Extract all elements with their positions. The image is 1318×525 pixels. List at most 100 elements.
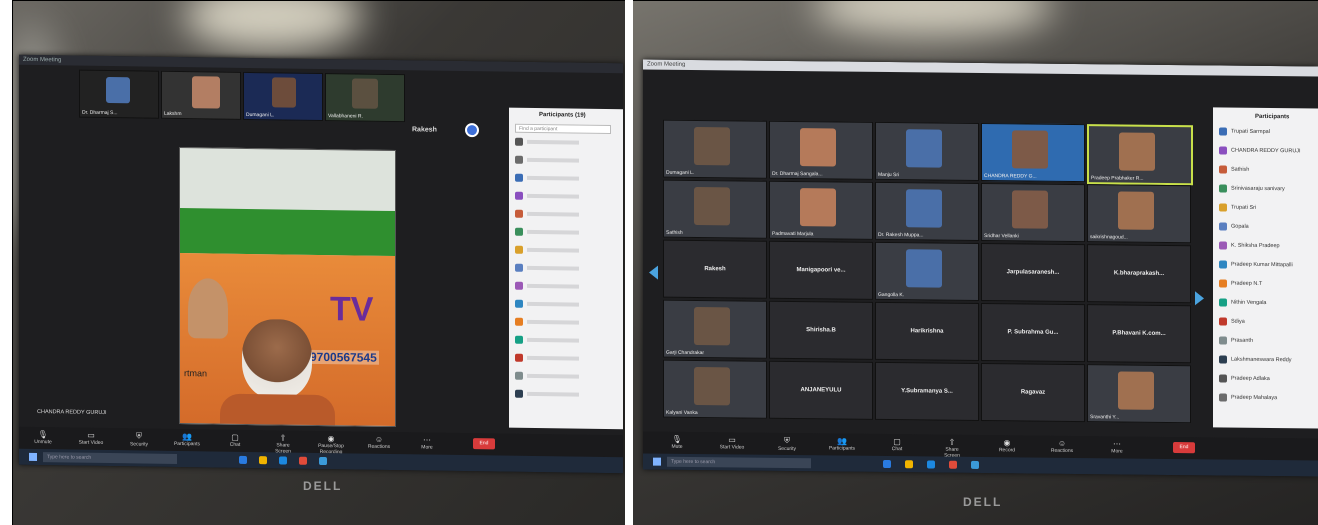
taskbar-app-icon[interactable] xyxy=(927,460,935,469)
participant-tile[interactable]: Gangolla K. xyxy=(875,241,979,301)
participant-row[interactable]: Lakshmaneswara Reddy xyxy=(1219,355,1314,365)
taskbar-app-icon[interactable] xyxy=(299,456,307,465)
taskbar-app-icon[interactable] xyxy=(279,456,287,465)
more-button[interactable]: ⋯ More xyxy=(413,435,441,450)
strip-tile[interactable]: Lakshm xyxy=(161,70,241,120)
participant-tile[interactable]: Y.Subramanya S... xyxy=(875,361,979,421)
participant-tile[interactable]: Sridhar Vellanki xyxy=(981,183,1085,243)
taskbar-app-icon[interactable] xyxy=(949,460,957,469)
participant-tile[interactable]: P. Subrahma Gu... xyxy=(981,303,1085,363)
strip-tile[interactable]: Dr. Dharmaj S... xyxy=(79,69,159,119)
participant-tile[interactable]: Padmavati Marjula xyxy=(769,180,873,240)
end-button[interactable]: End xyxy=(1173,442,1195,454)
start-video-button[interactable]: ▭ Start Video xyxy=(718,435,746,450)
participant-video xyxy=(694,366,730,406)
participant-row[interactable]: Trupati Sri xyxy=(1219,203,1314,213)
strip-tile[interactable]: Vallabhaneni R. xyxy=(325,73,405,123)
participant-row[interactable] xyxy=(515,245,619,256)
participant-tile[interactable]: Manigapoori ve... xyxy=(769,240,873,300)
gallery-prev-arrow-icon[interactable] xyxy=(649,265,658,280)
participant-row[interactable] xyxy=(515,299,619,310)
participant-row[interactable] xyxy=(515,335,619,346)
gallery-next-arrow-icon[interactable] xyxy=(1195,291,1204,306)
record-button[interactable]: ◉ Record xyxy=(993,438,1021,453)
reactions-button[interactable]: ☺ Reactions xyxy=(365,435,393,450)
participant-tile[interactable]: Sravanthi Y... xyxy=(1087,364,1191,424)
participant-row[interactable] xyxy=(515,281,619,292)
participant-row[interactable]: CHANDRA REDDY GURUJI xyxy=(1219,146,1314,156)
security-button[interactable]: ⛨ Security xyxy=(773,436,801,452)
taskbar-app-icon[interactable] xyxy=(883,459,891,469)
start-video-button[interactable]: ▭ Start Video xyxy=(77,431,105,446)
participant-avatar xyxy=(1219,127,1227,136)
participant-search-input[interactable]: Find a participant xyxy=(515,123,611,135)
taskbar-app-icon[interactable] xyxy=(905,460,913,469)
participant-row[interactable]: K. Shiksha Pradeep xyxy=(1219,241,1314,251)
taskbar-app-icon[interactable] xyxy=(971,460,979,469)
participant-tile[interactable]: Ragavaz xyxy=(981,363,1085,423)
participant-tile[interactable]: Dumagani L. xyxy=(663,119,767,179)
participant-row[interactable] xyxy=(515,317,619,328)
chat-icon: ▢ xyxy=(231,432,239,442)
windows-start-icon[interactable] xyxy=(29,452,37,462)
mute-button[interactable]: 🎙 Mute xyxy=(663,435,691,450)
participant-row[interactable]: Pradeep Mahalaya xyxy=(1219,393,1314,403)
participants-button[interactable]: 👥 Participants xyxy=(828,436,856,451)
more-button[interactable]: ⋯ More xyxy=(1103,439,1131,454)
participant-row[interactable] xyxy=(515,353,619,364)
participant-row[interactable]: Pradeep Adlaka xyxy=(1219,374,1314,384)
participant-tile[interactable]: Rakesh xyxy=(663,239,767,299)
taskbar-app-icon[interactable] xyxy=(239,455,247,464)
participant-tile[interactable]: Pradeep Prabhaker R... xyxy=(1087,124,1193,186)
participant-row[interactable] xyxy=(515,173,619,184)
participant-name-blur xyxy=(527,283,579,289)
taskbar-app-icon[interactable] xyxy=(259,456,267,465)
end-button[interactable]: End xyxy=(473,438,495,450)
participant-row[interactable]: Nithin Vengala xyxy=(1219,298,1314,308)
participant-tile[interactable]: Garji Chandrakar xyxy=(663,299,767,359)
participant-video xyxy=(1118,191,1154,230)
participant-tile[interactable]: Manju Sri xyxy=(875,121,979,181)
participant-row[interactable]: Gopala xyxy=(1219,222,1314,232)
active-speaker-video[interactable]: TV 9700567545 rtman xyxy=(179,147,396,428)
participant-row[interactable] xyxy=(515,209,619,220)
taskbar-app-icon[interactable] xyxy=(319,456,327,466)
participant-row[interactable]: Trupati Sarmpal xyxy=(1219,127,1314,137)
participant-row[interactable] xyxy=(515,227,619,238)
reactions-button[interactable]: ☺ Reactions xyxy=(1048,439,1076,454)
strip-tile[interactable]: Dumagani L. xyxy=(243,71,323,122)
participant-tile[interactable]: K.bharaprakash... xyxy=(1087,244,1191,304)
participant-row[interactable]: Sdiya xyxy=(1219,317,1314,327)
participant-tile[interactable]: Sathish xyxy=(663,179,767,239)
participant-tile[interactable]: Shirisha.B xyxy=(769,300,873,360)
participant-row[interactable]: Pradeep N.T xyxy=(1219,279,1314,289)
participant-row[interactable] xyxy=(515,137,619,148)
participant-tile[interactable]: Jarpulasaranesh... xyxy=(981,243,1085,303)
participant-tile[interactable]: Harikrishna xyxy=(875,301,979,361)
participant-tile[interactable]: Dr. Rakesh Muppa... xyxy=(875,181,979,241)
participant-row[interactable]: Srinivasaraju sanivary xyxy=(1219,184,1314,194)
participant-row[interactable] xyxy=(515,263,619,274)
participant-tile[interactable]: CHANDRA REDDY G... xyxy=(981,123,1085,183)
participant-row[interactable]: Prasanth xyxy=(1219,336,1314,346)
participant-tile[interactable]: ANJANEYULU xyxy=(769,360,873,420)
security-button[interactable]: ⛨ Security xyxy=(125,431,153,447)
taskbar-search[interactable]: Type here to search xyxy=(667,456,811,469)
participant-tile[interactable]: saikrishnagoud... xyxy=(1087,184,1191,244)
windows-start-icon[interactable] xyxy=(653,457,661,466)
chat-button[interactable]: ▢ Chat xyxy=(221,433,249,448)
participant-tile[interactable]: P.Bhavani K.com... xyxy=(1087,304,1191,364)
chat-button[interactable]: ▢ Chat xyxy=(883,437,911,452)
participant-tile[interactable]: Dr. Dharmaj Sangala... xyxy=(769,120,873,180)
unmute-button[interactable]: 🎙 Unmute xyxy=(29,430,57,445)
participant-tile[interactable]: Kalyani Vanka xyxy=(663,359,767,419)
participant-row[interactable] xyxy=(515,191,619,202)
participants-button[interactable]: 👥 Participants xyxy=(173,432,201,447)
participant-name: Pradeep Prabhaker R... xyxy=(1091,175,1144,182)
participant-row[interactable] xyxy=(515,155,619,166)
participant-row[interactable]: Pradeep Kumar Mittapalli xyxy=(1219,260,1314,270)
participant-row[interactable] xyxy=(515,389,619,400)
participant-row[interactable]: Sathish xyxy=(1219,165,1314,175)
taskbar-search[interactable]: Type here to search xyxy=(43,452,177,464)
participant-row[interactable] xyxy=(515,371,619,382)
